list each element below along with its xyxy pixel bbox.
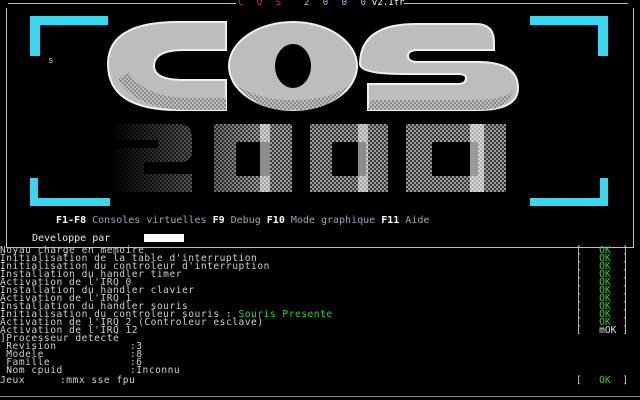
title-letter: 2	[303, 0, 314, 8]
title-bar: C O S 2 0 0 0 v2.1fr	[0, 0, 640, 8]
title-letter: O	[256, 0, 267, 8]
corner-bracket-bottom-left	[30, 178, 38, 206]
log-line: ]Processeur detecte	[0, 334, 640, 344]
corner-bracket-bottom-left	[30, 198, 110, 206]
title-letter: 0	[341, 0, 352, 8]
title-letter: 0	[322, 0, 333, 8]
title-rule-left	[8, 3, 236, 4]
features-value: :mmx sse fpu	[60, 375, 136, 386]
features-label: Jeux	[0, 375, 26, 386]
function-key-help: F1-F8 Consoles virtuelles F9 Debug F10 M…	[56, 216, 429, 226]
developer-label: Developpe par	[32, 233, 111, 244]
corner-bracket-top-left	[30, 16, 108, 25]
cpu-info-row: Revision :3	[0, 342, 640, 352]
help-desc: Consoles virtuelles	[92, 215, 207, 226]
help-desc: Debug	[230, 215, 261, 226]
help-key: F11	[381, 215, 400, 226]
developer-name-box	[144, 234, 184, 242]
title-rule-right	[404, 3, 628, 4]
cpu-info-row: Modele :8	[0, 350, 640, 360]
os-version: v2.1fr	[371, 0, 405, 8]
help-key: F9	[212, 215, 225, 226]
corner-bracket-top-right	[598, 16, 608, 56]
banner-side-mark: s	[48, 56, 54, 66]
bottom-rule	[0, 396, 640, 397]
help-desc: Mode graphique	[290, 215, 376, 226]
status-badge: [ mOK ]	[576, 325, 628, 336]
cpu-info-row: Famille :6	[0, 358, 640, 368]
help-desc: Aide	[405, 215, 430, 226]
os-title: C O S 2 0 0 0 v2.1fr	[238, 0, 404, 8]
cos-logo-upper	[106, 21, 520, 111]
help-key: F10	[266, 215, 285, 226]
status-badge: [ OK ]	[576, 375, 628, 386]
cpu-features-row: Jeux :mmx sse fpu [ OK ]	[0, 375, 640, 386]
title-letter: S	[275, 0, 286, 8]
corner-bracket-bottom-right	[530, 198, 608, 206]
cos-logo-lower	[110, 118, 530, 200]
boot-log: Noyau charge en memoire [ OK ] Initialis…	[0, 246, 640, 398]
corner-bracket-bottom-right	[600, 178, 608, 206]
corner-bracket-top-left	[30, 16, 40, 56]
title-letter: C	[238, 0, 248, 8]
cpu-value: :Inconnu	[130, 365, 181, 376]
corner-bracket-top-right	[530, 16, 608, 25]
help-key: F1-F8	[56, 215, 87, 226]
title-letter: 0	[360, 0, 370, 8]
